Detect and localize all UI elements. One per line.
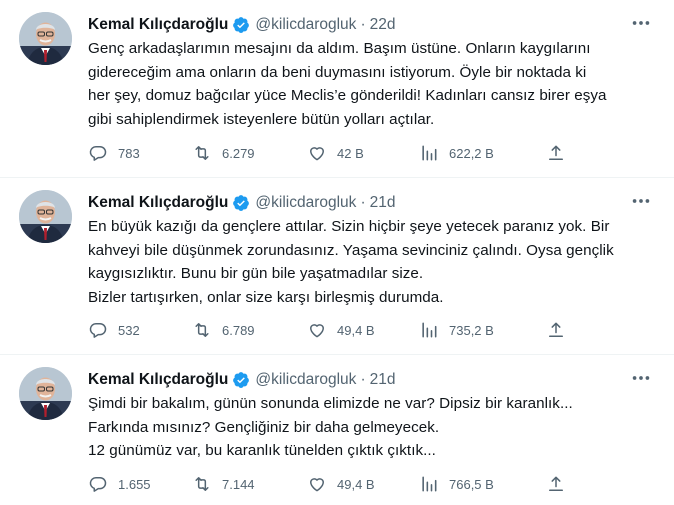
share-icon [549,476,563,491]
more-icon[interactable] [630,367,652,389]
tweet-text-line: gidereceğim ama onların da beni duymasın… [88,63,587,81]
reply-button[interactable]: 1.655 [88,472,151,496]
more-icon[interactable] [630,190,652,212]
tweet-text: En büyük kazığı da gençlere attılar. Siz… [88,215,658,309]
verified-badge-icon [233,17,250,33]
like-count: 49,4 B [337,476,375,492]
tweet-text-line: Bizler tartışırken, onlar size karşı bir… [88,288,444,306]
heart-icon [310,478,324,492]
author-handle[interactable]: @kilicdarogluk [255,194,356,212]
views-icon [422,145,437,161]
separator-dot: · [360,371,366,388]
tweet[interactable]: Kemal Kılıçdaroğlu @kilicdarogluk · 21d … [0,355,674,505]
tweet-actions: 532 6.789 49,4 B 735,2 B [88,318,588,342]
reply-icon [89,145,107,161]
avatar[interactable] [19,190,72,243]
tweet-feed: Kemal Kılıçdaroğlu @kilicdarogluk · 22d … [0,0,674,505]
like-button[interactable]: 49,4 B [307,318,375,342]
share-icon [549,322,563,337]
author-name[interactable]: Kemal Kılıçdaroğlu [88,16,228,34]
timestamp[interactable]: 22d [370,16,396,34]
tweet-text-line: kaygısızlıktır. Bunu bir gün bile yaşatm… [88,265,424,282]
share-icon [549,145,563,160]
avatar[interactable] [19,367,72,420]
share-button[interactable] [546,318,566,342]
tweet-text-line: Şimdi bir bakalım, günün sonunda elimizd… [88,395,573,412]
more-icon[interactable] [630,12,652,34]
tweet-text-line: gibi sahiplendirmek isteyenlere bütün yo… [88,110,435,128]
timestamp[interactable]: 21d [370,371,396,389]
tweet-actions: 1.655 7.144 49,4 B 766,5 B [88,472,588,496]
tweet-actions: 783 6.279 42 B 622,2 B [88,141,588,165]
like-count: 49,4 B [337,322,375,338]
retweet-button[interactable]: 7.144 [192,472,255,496]
views-icon [422,476,437,492]
share-button[interactable] [546,472,566,496]
separator-dot: · [360,16,366,33]
tweet-text-line: Farkında mısınız? Gençliğiniz bir daha g… [88,418,440,436]
views-button[interactable]: 735,2 B [419,318,494,342]
verified-badge-icon [233,195,250,211]
avatar[interactable] [19,12,72,65]
author-handle[interactable]: @kilicdarogluk [255,16,356,34]
views-icon [422,322,437,338]
tweet[interactable]: Kemal Kılıçdaroğlu @kilicdarogluk · 21d … [0,178,674,355]
heart-icon [310,147,324,161]
tweet[interactable]: Kemal Kılıçdaroğlu @kilicdarogluk · 22d … [0,0,674,178]
tweet-text-line: Genç arkadaşlarımın mesajını da aldım. B… [88,40,591,57]
reply-count: 1.655 [118,476,151,492]
retweet-count: 6.279 [222,145,255,161]
tweet-text-line: her şey, domuz bağcılar yüce Meclis’e gö… [88,87,607,104]
tweet-text-line: kahveyi bile düşünmek zorundasınız. Yaşa… [88,241,614,259]
retweet-count: 7.144 [222,476,255,492]
tweet-text-line: En büyük kazığı da gençlere attılar. Siz… [88,218,610,235]
reply-button[interactable]: 783 [88,141,140,165]
retweet-button[interactable]: 6.789 [192,318,255,342]
reply-button[interactable]: 532 [88,318,140,342]
timestamp[interactable]: 21d [370,194,396,212]
like-count: 42 B [337,145,364,161]
separator-dot: · [360,194,366,211]
tweet-header: Kemal Kılıçdaroğlu @kilicdarogluk · 21d [88,369,395,391]
tweet-text-line: 12 günümüz var, bu karanlık tünelden çık… [88,442,436,459]
author-handle[interactable]: @kilicdarogluk [255,371,356,389]
verified-badge-icon [233,372,250,388]
retweet-icon [195,146,209,160]
like-button[interactable]: 42 B [307,141,364,165]
author-name[interactable]: Kemal Kılıçdaroğlu [88,194,228,212]
retweet-count: 6.789 [222,322,255,338]
view-count: 766,5 B [449,476,494,492]
views-button[interactable]: 622,2 B [419,141,494,165]
retweet-icon [195,477,209,491]
reply-icon [89,476,107,492]
tweet-header: Kemal Kılıçdaroğlu @kilicdarogluk · 21d [88,192,395,214]
reply-count: 783 [118,145,140,161]
view-count: 622,2 B [449,145,494,161]
tweet-text: Genç arkadaşlarımın mesajını da aldım. B… [88,37,658,131]
views-button[interactable]: 766,5 B [419,472,494,496]
view-count: 735,2 B [449,322,494,338]
tweet-header: Kemal Kılıçdaroğlu @kilicdarogluk · 22d [88,14,395,36]
reply-icon [89,322,107,338]
share-button[interactable] [546,141,566,165]
tweet-text: Şimdi bir bakalım, günün sonunda elimizd… [88,392,658,463]
retweet-button[interactable]: 6.279 [192,141,255,165]
reply-count: 532 [118,322,140,338]
like-button[interactable]: 49,4 B [307,472,375,496]
heart-icon [310,324,324,338]
author-name[interactable]: Kemal Kılıçdaroğlu [88,371,228,389]
retweet-icon [195,323,209,337]
